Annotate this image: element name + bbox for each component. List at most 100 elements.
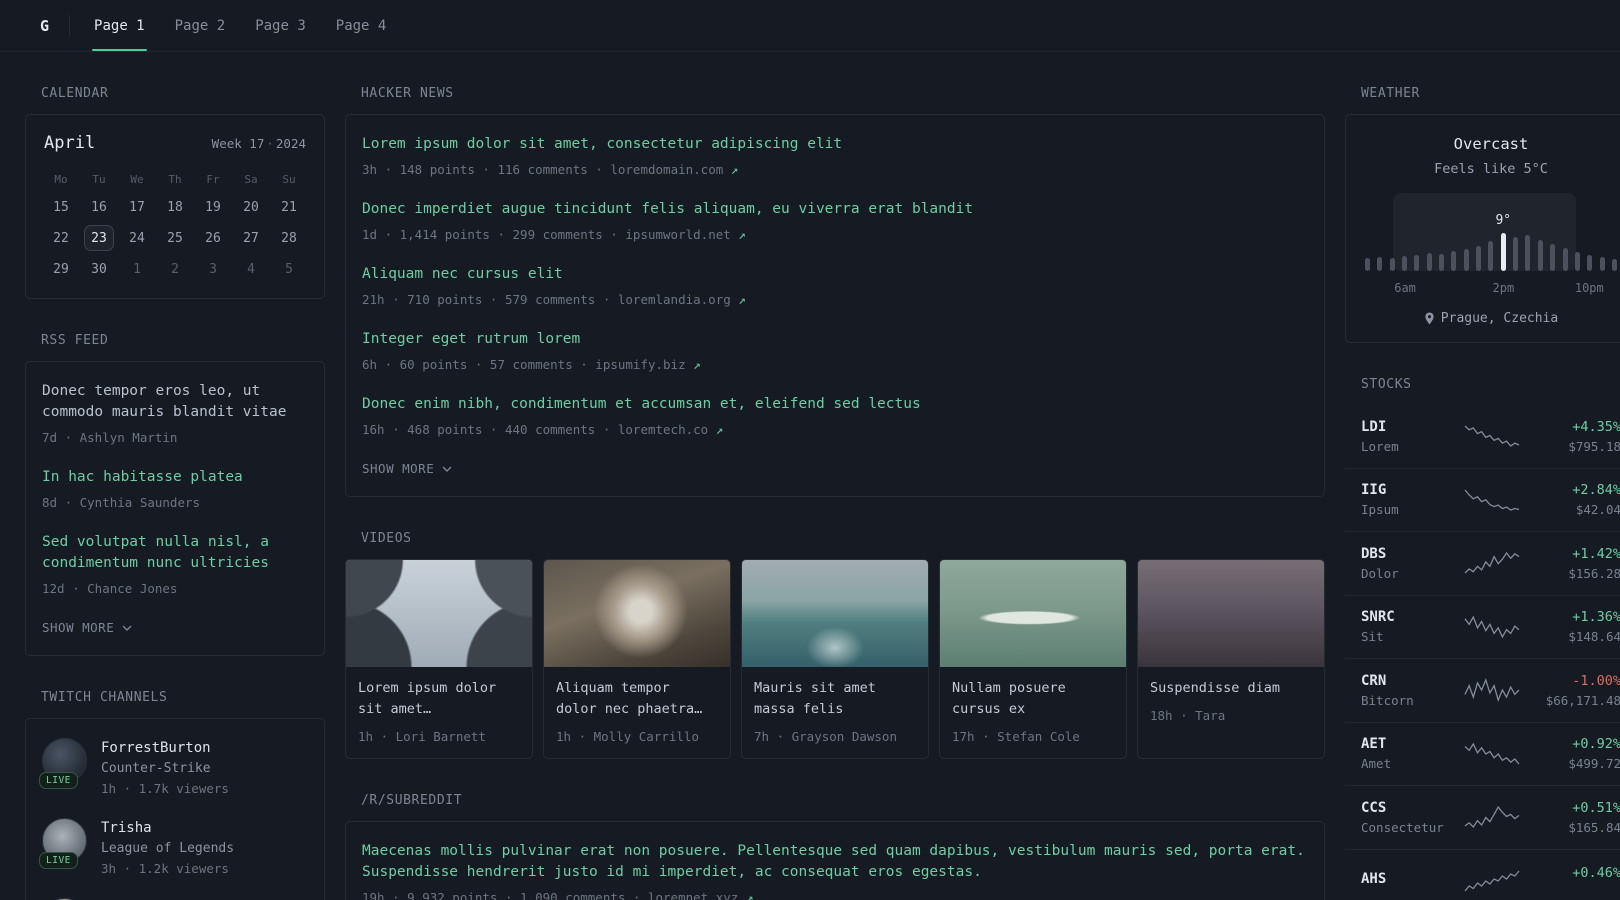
tab-page-3[interactable]: Page 3	[253, 0, 308, 51]
section-title-twitch: TWITCH CHANNELS	[41, 690, 168, 706]
video-card[interactable]: Aliquam tempor dolor nec phaetra… 1h · M…	[543, 559, 731, 759]
twitch-channel[interactable]: LIVE Trisha League of Legends 3h · 1.2k …	[39, 818, 308, 876]
hn-item-title[interactable]: Lorem ipsum dolor sit amet, consectetur …	[362, 134, 1308, 155]
calendar-day: 21	[281, 199, 297, 215]
calendar-separator: ·	[266, 136, 274, 151]
hn-item-meta: 1d · 1,414 points · 299 comments · ipsum…	[362, 227, 746, 243]
stock-price: $42.04	[1575, 502, 1620, 518]
stocks-list: LDI Lorem +4.35% $795.18 IIG Ipsum +2.84…	[1345, 405, 1620, 900]
stock-row[interactable]: SNRC Sit +1.36% $148.64	[1345, 596, 1620, 659]
weather-bar-wrap	[1414, 255, 1420, 271]
app-logo[interactable]: G	[40, 0, 49, 51]
weather-bar	[1476, 246, 1482, 271]
hn-item: Donec enim nibh, condimentum et accumsan…	[362, 394, 1308, 437]
hn-item-title[interactable]: Aliquam nec cursus elit	[362, 264, 1308, 285]
reddit-item-title[interactable]: Maecenas mollis pulvinar erat non posuer…	[362, 841, 1308, 883]
external-link-icon: ↗	[715, 422, 724, 438]
rss-item-title[interactable]: In hac habitasse platea	[42, 467, 308, 488]
stock-price: $795.18	[1568, 438, 1620, 454]
stock-change: +1.42%	[1572, 545, 1620, 562]
hn-item-meta: 21h · 710 points · 579 comments · loreml…	[362, 292, 746, 308]
twitch-channel-name: Trisha	[101, 820, 152, 837]
stock-row[interactable]: DBS Dolor +1.42% $156.28	[1345, 532, 1620, 596]
reddit-item: Maecenas mollis pulvinar erat non posuer…	[362, 841, 1308, 900]
video-card[interactable]: Suspendisse diam 18h · Tara	[1137, 559, 1325, 759]
weather-bar	[1525, 235, 1531, 271]
tab-page-1[interactable]: Page 1	[92, 0, 147, 51]
calendar-day: 24	[129, 230, 145, 246]
rss-item-title[interactable]: Donec tempor eros leo, ut commodo mauris…	[42, 381, 308, 423]
calendar-day: 29	[53, 261, 69, 277]
rss-show-more-button[interactable]: SHOW MORE	[42, 620, 132, 635]
stock-row[interactable]: AET Amet +0.92% $499.72	[1345, 723, 1620, 786]
video-card[interactable]: Nullam posuere cursus ex 17h · Stefan Co…	[939, 559, 1127, 759]
weather-bar-wrap	[1611, 259, 1617, 271]
calendar-day-header: Su	[282, 173, 296, 186]
stock-name: Lorem	[1361, 438, 1399, 454]
weather-bar	[1562, 248, 1568, 271]
calendar-day-header: We	[130, 173, 144, 186]
stock-id: IIG Ipsum	[1361, 482, 1457, 517]
stock-price: $156.28	[1568, 565, 1620, 581]
section-title-weather: WEATHER	[1361, 86, 1420, 101]
calendar-week-year: Week 17 · 2024	[212, 136, 306, 151]
stock-id: LDI Lorem	[1361, 419, 1457, 454]
hn-item-title[interactable]: Integer eget rutrum lorem	[362, 329, 1308, 350]
hn-item-meta: 16h · 468 points · 440 comments · loremt…	[362, 422, 724, 438]
weather-chart: 9°	[1362, 193, 1620, 271]
weather-bar-wrap	[1451, 251, 1457, 271]
hackernews-list: Lorem ipsum dolor sit amet, consectetur …	[362, 134, 1308, 437]
stock-row[interactable]: LDI Lorem +4.35% $795.18	[1345, 405, 1620, 469]
hn-item-domain-link[interactable]: ipsumworld.net ↗	[625, 227, 745, 242]
video-thumbnail	[346, 560, 532, 668]
weather-bar	[1599, 257, 1605, 271]
twitch-section: TWITCH CHANNELS LIVE ForrestBurton Count…	[25, 690, 325, 900]
calendar-section: CALENDAR April Week 17 · 2024 Mo Tu We Th Fr Sa…	[25, 86, 325, 299]
left-column: CALENDAR April Week 17 · 2024 Mo Tu We Th Fr Sa…	[25, 52, 325, 900]
weather-bar-wrap	[1525, 235, 1531, 271]
stock-values: +2.84% $42.04	[1572, 482, 1620, 517]
reddit-item-domain-link[interactable]: loremnet.xyz ↗	[648, 890, 753, 900]
calendar-day: 28	[281, 230, 297, 246]
stocks-section: STOCKS LDI Lorem +4.35% $795.18 IIG Ipsu…	[1345, 377, 1620, 900]
external-link-icon: ↗	[738, 292, 746, 308]
weather-chart-bars: 9°	[1362, 193, 1620, 271]
tab-page-4[interactable]: Page 4	[334, 0, 389, 51]
weather-time-label: 2pm	[1492, 281, 1515, 295]
page-tabs: Page 1 Page 2 Page 3 Page 4	[92, 0, 414, 51]
hn-item-title[interactable]: Donec imperdiet augue tincidunt felis al…	[362, 199, 1308, 220]
stock-name: Ipsum	[1361, 502, 1399, 518]
weather-time-label: 10pm	[1574, 281, 1604, 295]
hn-item-domain-link[interactable]: ipsumify.biz ↗	[595, 357, 700, 372]
stock-sparkline	[1464, 870, 1520, 892]
stock-price: $165.84	[1568, 819, 1620, 835]
stock-symbol: SNRC	[1361, 609, 1395, 626]
hn-show-more-button[interactable]: SHOW MORE	[362, 461, 452, 476]
stock-values: +4.35% $795.18	[1568, 419, 1620, 454]
twitch-meta: 1h · 1.7k viewers	[101, 781, 229, 797]
weather-section: WEATHER Overcast Feels like 5°C 9° 6am 2p…	[1345, 86, 1620, 343]
hn-item-title[interactable]: Donec enim nibh, condimentum et accumsan…	[362, 394, 1308, 415]
hn-item-domain-link[interactable]: loremtech.co ↗	[618, 422, 723, 437]
chevron-down-icon	[442, 466, 452, 472]
video-card[interactable]: Mauris sit amet massa felis 7h · Grayson…	[741, 559, 929, 759]
hn-item-domain-link[interactable]: loremdomain.com ↗	[610, 162, 738, 177]
stock-sparkline	[1464, 806, 1520, 829]
hn-item-domain-link[interactable]: loremlandia.org ↗	[618, 292, 746, 307]
stock-row[interactable]: CRN Bitcorn -1.00% $66,171.48	[1345, 659, 1620, 723]
weather-time-labels: 6am 2pm 10pm	[1362, 281, 1620, 295]
calendar-day: 22	[53, 230, 69, 246]
stock-row[interactable]: CCS Consectetur +0.51% $165.84	[1345, 786, 1620, 850]
tab-page-2[interactable]: Page 2	[173, 0, 228, 51]
twitch-channel[interactable]: LIVE ForrestBurton Counter-Strike 1h · 1…	[39, 738, 308, 797]
stock-row[interactable]: IIG Ipsum +2.84% $42.04	[1345, 469, 1620, 532]
rss-item-title[interactable]: Sed volutpat nulla nisl, a condimentum n…	[42, 532, 308, 574]
twitch-channel-name: ForrestBurton	[101, 740, 211, 757]
calendar-day-header: Sa	[244, 173, 258, 186]
video-card[interactable]: Lorem ipsum dolor sit amet consectetu… 1…	[345, 559, 533, 759]
stock-id: SNRC Sit	[1361, 609, 1457, 644]
weather-bar	[1587, 255, 1593, 271]
stock-row[interactable]: AHS +0.46%	[1345, 850, 1620, 900]
hn-item: Aliquam nec cursus elit 21h · 710 points…	[362, 264, 1308, 307]
weather-peak-temp: 9°	[1495, 213, 1512, 228]
